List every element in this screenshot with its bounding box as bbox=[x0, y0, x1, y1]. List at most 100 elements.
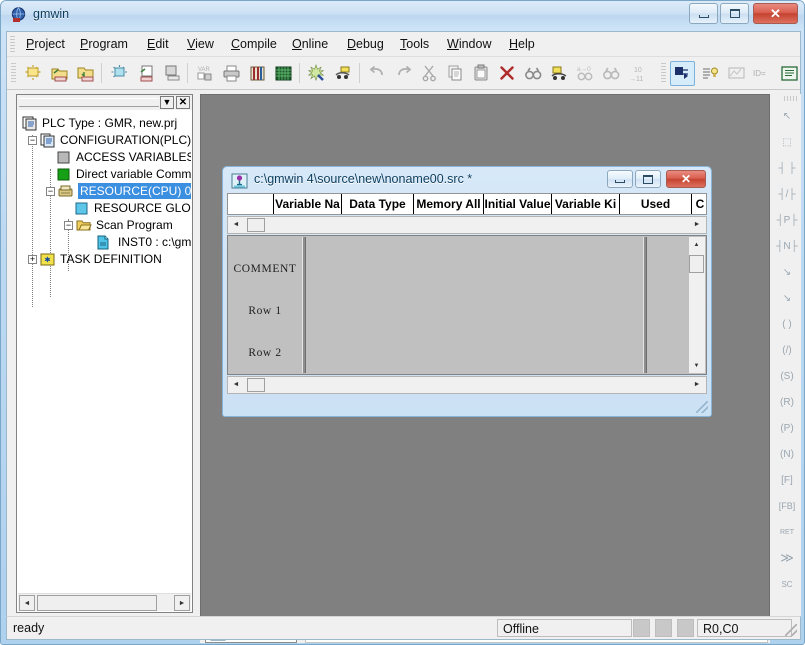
print-icon[interactable] bbox=[219, 61, 244, 86]
scrollbar-thumb[interactable] bbox=[689, 255, 704, 273]
scroll-right-icon[interactable]: ► bbox=[690, 377, 704, 391]
tree-expander[interactable]: − bbox=[28, 136, 37, 145]
scroll-left-icon[interactable]: ◄ bbox=[229, 217, 243, 231]
print-setup-icon[interactable] bbox=[271, 61, 296, 86]
menu-online[interactable]: Online bbox=[285, 35, 335, 54]
scroll-left-icon[interactable]: ◄ bbox=[229, 377, 243, 391]
child-minimize-button[interactable] bbox=[607, 170, 633, 188]
scrollbar-thumb[interactable] bbox=[37, 595, 157, 611]
delete-icon[interactable] bbox=[495, 61, 520, 86]
column-header-used[interactable]: Used bbox=[620, 194, 692, 214]
close-icon[interactable]: ✕ bbox=[176, 96, 190, 109]
scroll-down-icon[interactable]: ▼ bbox=[689, 358, 704, 373]
scroll-right-icon[interactable]: ► bbox=[690, 217, 704, 231]
jump-element[interactable]: ≫ bbox=[775, 546, 799, 570]
grid-vertical-scrollbar[interactable]: ▲ ▼ bbox=[689, 237, 705, 373]
scrollbar-thumb[interactable] bbox=[247, 218, 265, 232]
negative-contact[interactable]: ┤N├ bbox=[775, 234, 799, 258]
open-project-icon[interactable] bbox=[47, 61, 72, 86]
copy-icon[interactable] bbox=[443, 61, 468, 86]
window-maximize-button[interactable] bbox=[720, 3, 749, 24]
negated-coil[interactable]: (/) bbox=[775, 338, 799, 362]
find-icon[interactable] bbox=[521, 61, 546, 86]
negative-coil[interactable]: (N) bbox=[775, 442, 799, 466]
function-block-fb[interactable]: [FB] bbox=[775, 494, 799, 518]
chevron-down-icon[interactable]: ▼ bbox=[160, 96, 174, 109]
column-header-comment[interactable]: C bbox=[692, 194, 706, 214]
return-element[interactable]: RET bbox=[775, 520, 799, 544]
save-project-icon[interactable] bbox=[73, 61, 98, 86]
replace-icon[interactable] bbox=[547, 61, 572, 86]
paste-icon[interactable] bbox=[469, 61, 494, 86]
scroll-up-icon[interactable]: ▲ bbox=[689, 237, 704, 252]
horizontal-line-tool[interactable]: ↘ bbox=[775, 260, 799, 284]
menu-grip-handle[interactable] bbox=[10, 36, 15, 53]
monitor-icon[interactable] bbox=[724, 61, 749, 86]
resize-grip[interactable] bbox=[696, 401, 708, 413]
menu-help[interactable]: Help bbox=[502, 35, 542, 54]
ladder-grid-horizontal-scrollbar[interactable]: ◄ ► bbox=[227, 376, 707, 394]
window-minimize-button[interactable] bbox=[689, 3, 718, 24]
column-header-data-type[interactable]: Data Type bbox=[342, 194, 414, 214]
variable-table-horizontal-scrollbar[interactable]: ◄ ► bbox=[227, 216, 707, 234]
undo-icon[interactable] bbox=[365, 61, 390, 86]
ladder-grid[interactable]: COMMENT Row 1 Row 2 ▲ ▼ bbox=[227, 235, 707, 375]
find-prev-icon[interactable] bbox=[599, 61, 624, 86]
new-program-icon[interactable] bbox=[107, 61, 132, 86]
positive-contact[interactable]: ┤P├ bbox=[775, 208, 799, 232]
save-program-icon[interactable] bbox=[159, 61, 184, 86]
print-preview-icon[interactable] bbox=[245, 61, 270, 86]
window-close-button[interactable]: ✕ bbox=[753, 3, 798, 24]
normally-closed-contact[interactable]: ┤/├ bbox=[775, 182, 799, 206]
menu-tools[interactable]: Tools bbox=[393, 35, 436, 54]
project-tree[interactable]: PLC Type : GMR, new.prj − CONFIGURATION(… bbox=[18, 111, 191, 592]
goto-line-icon[interactable]: 10 →11 bbox=[625, 61, 655, 86]
column-header-variable-kind[interactable]: Variable Ki bbox=[552, 194, 620, 214]
menu-program[interactable]: Program bbox=[73, 35, 135, 54]
resize-grip[interactable] bbox=[785, 624, 797, 636]
id-icon[interactable]: ID= bbox=[750, 61, 775, 86]
subroutine-call[interactable]: SC bbox=[775, 572, 799, 596]
menu-view[interactable]: View bbox=[180, 35, 221, 54]
menu-window[interactable]: Window bbox=[440, 35, 498, 54]
variable-list-icon[interactable]: VAR bbox=[193, 61, 218, 86]
palette-grip-handle[interactable] bbox=[784, 96, 798, 101]
scroll-left-icon[interactable]: ◄ bbox=[19, 595, 35, 611]
select-mode-icon[interactable] bbox=[670, 61, 695, 86]
output-coil[interactable]: ( ) bbox=[775, 312, 799, 336]
menu-edit[interactable]: Edit bbox=[140, 35, 176, 54]
menu-project[interactable]: Project bbox=[19, 35, 72, 54]
reset-coil[interactable]: (R) bbox=[775, 390, 799, 414]
set-coil[interactable]: (S) bbox=[775, 364, 799, 388]
new-project-icon[interactable] bbox=[21, 61, 46, 86]
document-view-icon[interactable] bbox=[777, 61, 802, 86]
toolbar-grip-handle-2[interactable] bbox=[661, 63, 666, 84]
pointer-tool[interactable]: ↖ bbox=[775, 104, 799, 128]
menu-compile[interactable]: Compile bbox=[224, 35, 284, 54]
column-header-blank[interactable] bbox=[228, 194, 274, 214]
make-icon[interactable] bbox=[331, 61, 356, 86]
project-tree-horizontal-scrollbar[interactable]: ◄ ► bbox=[18, 593, 191, 611]
tree-expander[interactable]: − bbox=[46, 187, 55, 196]
open-program-icon[interactable] bbox=[133, 61, 158, 86]
tree-expander[interactable]: + bbox=[28, 255, 37, 264]
child-maximize-button[interactable] bbox=[635, 170, 661, 188]
normally-open-contact[interactable]: ┤ ├ bbox=[775, 156, 799, 180]
vertical-line-tool[interactable]: ↘ bbox=[775, 286, 799, 310]
scrollbar-thumb[interactable] bbox=[247, 378, 265, 392]
select-area-tool[interactable]: ⬚ bbox=[775, 130, 799, 154]
column-header-variable-name[interactable]: Variable Na bbox=[274, 194, 342, 214]
tree-expander[interactable]: − bbox=[64, 221, 73, 230]
positive-coil[interactable]: (P) bbox=[775, 416, 799, 440]
find-next-icon[interactable]: a→0 bbox=[573, 61, 598, 86]
menu-debug[interactable]: Debug bbox=[340, 35, 391, 54]
toolbar-grip-handle[interactable] bbox=[11, 63, 16, 84]
cut-icon[interactable] bbox=[417, 61, 442, 86]
redo-icon[interactable] bbox=[391, 61, 416, 86]
compile-icon[interactable] bbox=[305, 61, 330, 86]
scroll-right-icon[interactable]: ► bbox=[174, 595, 190, 611]
column-header-memory-alloc[interactable]: Memory All bbox=[414, 194, 484, 214]
child-close-button[interactable]: ✕ bbox=[666, 170, 706, 188]
function-block-f[interactable]: [F] bbox=[775, 468, 799, 492]
properties-icon[interactable] bbox=[698, 61, 723, 86]
